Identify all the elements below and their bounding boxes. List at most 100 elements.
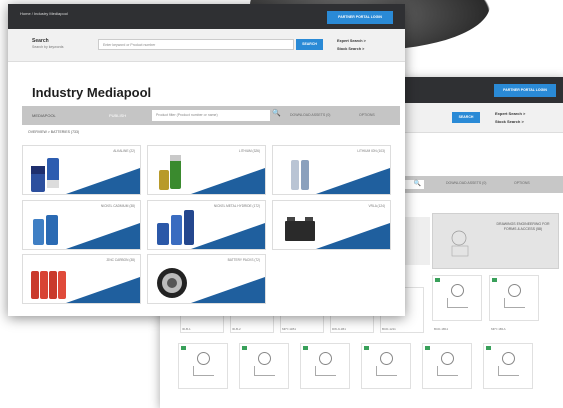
drawing-circle-icon — [319, 352, 332, 365]
drawing-circle-icon — [258, 352, 271, 365]
drawing-lines-icon — [504, 298, 525, 308]
drawing-circle-icon — [197, 352, 210, 365]
tile-label: NICKEL CADMIUM (38) — [100, 204, 135, 208]
back-options[interactable]: OPTIONS — [514, 181, 530, 185]
tile-accent — [66, 223, 140, 249]
tile-label: VRLA (124) — [368, 204, 385, 208]
tile-accent — [191, 277, 265, 303]
drawing-lines-icon — [376, 366, 397, 376]
drawing-thumb[interactable] — [300, 343, 350, 389]
thumb-flag-icon — [364, 346, 369, 350]
thumb-caption: DW-9-1B1 — [332, 327, 346, 331]
breadcrumb[interactable]: OVERVIEW > BATTERIES (733) — [28, 130, 79, 134]
thumb-flag-icon — [425, 346, 430, 350]
search-input[interactable]: Enter keyword or Product number — [98, 39, 294, 50]
drawing-lines-icon — [254, 366, 275, 376]
thumb-flag-icon — [303, 346, 308, 350]
tile-label: LITHIUM ION (103) — [357, 149, 385, 153]
drawing-lines-icon — [437, 366, 458, 376]
product-filter-input[interactable]: Product filter (Product number or name) — [152, 110, 270, 121]
category-tile-zinc-carbon[interactable]: ZINC CARBON (38) — [22, 254, 141, 304]
search-button[interactable]: SEARCH — [296, 39, 323, 50]
top-breadcrumb[interactable]: Home / Industry Mediapool — [20, 11, 68, 16]
thumb-caption: MPY-11B1 — [282, 327, 297, 331]
drawing-circle-icon — [441, 352, 454, 365]
options-button[interactable]: OPTIONS — [359, 113, 375, 117]
search-sublabel: Search by keywords — [32, 45, 64, 49]
thumb-flag-icon — [435, 278, 440, 282]
tile-label: NICKEL METAL HYDRIDE (172) — [213, 204, 260, 208]
tile-label: ZINC CARBON (38) — [106, 258, 135, 262]
category-tile-alkaline[interactable]: ALKALINE (22) — [22, 145, 141, 195]
thumb-flag-icon — [181, 346, 186, 350]
drawing-lines-icon — [193, 366, 214, 376]
drawing-thumb[interactable] — [432, 275, 482, 321]
category-tile-battery-packs[interactable]: BATTERY PACKS (72) — [147, 254, 266, 304]
category-tile-lithium-ion[interactable]: LITHIUM ION (103) — [272, 145, 391, 195]
thumb-caption: ID-B-1 — [182, 327, 191, 331]
drawing-thumb[interactable] — [178, 343, 228, 389]
back-drawings-tile[interactable]: DRAWINGS ENGINEERING FOR FORMS & ACCESS … — [432, 213, 559, 269]
drawing-thumb[interactable] — [422, 343, 472, 389]
drawing-lines-icon — [315, 366, 336, 376]
drawing-lines-icon — [498, 366, 519, 376]
drawing-thumb[interactable] — [361, 343, 411, 389]
thumb-flag-icon — [486, 346, 491, 350]
tile-accent — [191, 168, 265, 194]
thumb-caption: ID-B-2 — [232, 327, 241, 331]
tile-label: ALKALINE (22) — [113, 149, 135, 153]
thumb-caption: BCD-1211 — [382, 327, 396, 331]
battery-image — [31, 271, 66, 299]
drawing-circle-icon — [380, 352, 393, 365]
thumb-flag-icon — [492, 278, 497, 282]
topbar: Home / Industry Mediapool PARTNER PORTAL… — [8, 4, 405, 29]
page-title: Industry Mediapool — [32, 85, 152, 100]
back-expert-search-link[interactable]: Expert Search > — [495, 111, 525, 116]
battery-image — [291, 160, 309, 190]
drawing-circle-icon — [502, 352, 515, 365]
stock-search-link[interactable]: Stock Search > — [337, 47, 364, 51]
tile-accent — [66, 168, 140, 194]
tile-label: BATTERY PACKS (72) — [227, 258, 260, 262]
category-tile-lithium[interactable]: LITHIUM (326) — [147, 145, 266, 195]
tile-accent — [316, 168, 390, 194]
category-tile-nickel-cadmium[interactable]: NICKEL CADMIUM (38) — [22, 200, 141, 250]
drawing-circle-icon — [451, 284, 464, 297]
screen: PARTNER PORTAL LOGIN SEARCH Expert Searc… — [0, 0, 563, 408]
drawing-circle-icon — [508, 284, 521, 297]
drawing-thumb[interactable] — [489, 275, 539, 321]
battery-image — [159, 155, 181, 190]
category-tile-nickel-metal-hydride[interactable]: NICKEL METAL HYDRIDE (172) — [147, 200, 266, 250]
drawing-lines-icon — [447, 298, 468, 308]
drawing-thumb[interactable] — [239, 343, 289, 389]
tile-accent — [191, 223, 265, 249]
back-partner-login-button[interactable]: PARTNER PORTAL LOGIN — [494, 84, 556, 97]
back-search-button[interactable]: SEARCH — [452, 112, 480, 123]
search-icon[interactable]: 🔍 — [272, 109, 281, 117]
battery-image — [31, 158, 59, 192]
partner-login-button[interactable]: PARTNER PORTAL LOGIN — [327, 11, 393, 24]
drawing-thumb[interactable] — [483, 343, 533, 389]
download-assets[interactable]: DOWNLOAD ASSETS (0) — [290, 113, 330, 117]
tile-accent — [316, 223, 390, 249]
tile-label: LITHIUM (326) — [238, 149, 260, 153]
category-tile-vrla[interactable]: VRLA (124) — [272, 200, 391, 250]
battery-image — [285, 217, 315, 241]
search-label: Search — [32, 38, 49, 44]
drawings-label: DRAWINGS ENGINEERING FOR FORMS & ACCESS … — [496, 222, 550, 231]
thumb-caption: BCD-1B11 — [434, 327, 449, 331]
battery-image — [157, 210, 194, 245]
mediapool-label[interactable]: MEDIAPOOL — [32, 113, 56, 118]
thumb-caption: MPY-1B1A — [491, 327, 506, 331]
filter-bar: MEDIAPOOL PUBLISH Product filter (Produc… — [22, 106, 400, 125]
expert-search-link[interactable]: Expert Search > — [337, 39, 366, 43]
search-row: Search Search by keywords Enter keyword … — [8, 29, 405, 62]
drawing-icon — [451, 230, 469, 257]
front-window: Home / Industry Mediapool PARTNER PORTAL… — [8, 4, 405, 316]
tile-accent — [66, 277, 140, 303]
back-download-assets[interactable]: DOWNLOAD ASSETS (0) — [446, 181, 486, 185]
battery-pack-image — [157, 268, 187, 298]
battery-image — [33, 215, 58, 245]
publish-tab[interactable]: PUBLISH — [109, 113, 126, 118]
back-stock-search-link[interactable]: Stock Search > — [495, 119, 524, 124]
